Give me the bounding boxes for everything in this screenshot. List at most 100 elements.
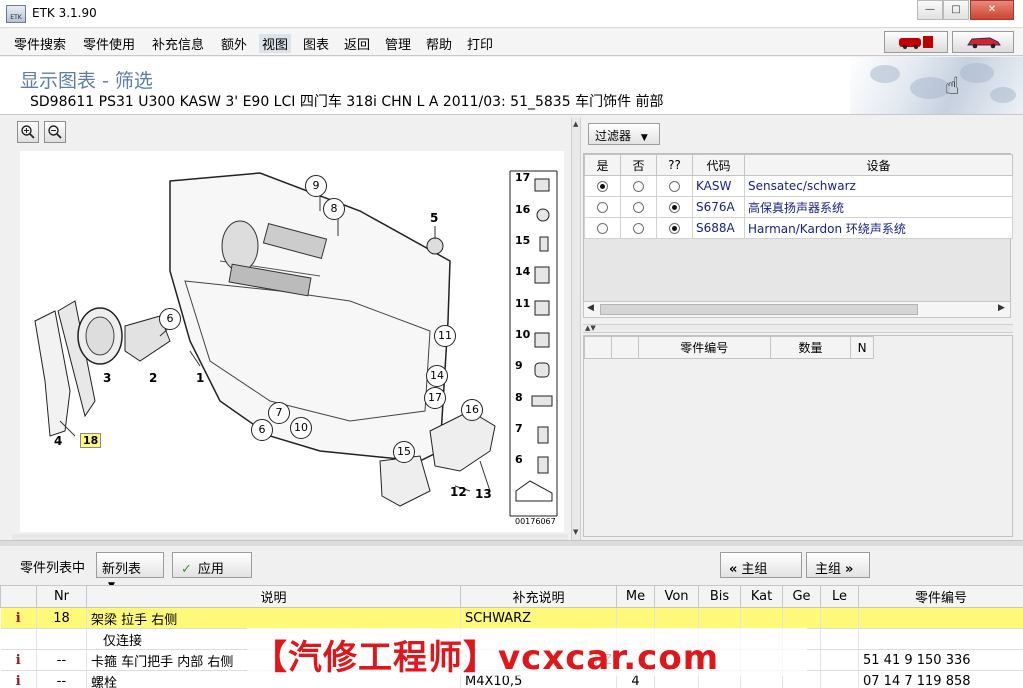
menu-admin[interactable]: 管理 — [385, 34, 411, 53]
minimize-button[interactable]: — — [917, 0, 943, 20]
callout-4[interactable]: 4 — [54, 434, 62, 448]
callout-9[interactable]: 9 — [305, 175, 327, 197]
col-me[interactable]: Me — [616, 585, 655, 608]
col-nr[interactable]: Nr — [36, 585, 87, 608]
side-label-11[interactable]: 11 — [515, 297, 530, 310]
next-group-button[interactable]: 主组» — [806, 552, 870, 578]
callout-12[interactable]: 12 — [450, 485, 467, 499]
col-unknown[interactable]: ?? — [656, 154, 693, 176]
callout-11[interactable]: 11 — [434, 325, 456, 347]
radio-unknown[interactable] — [669, 223, 680, 234]
menu-diagram[interactable]: 图表 — [303, 34, 329, 53]
vertical-splitter[interactable]: ▲ ▼ — [571, 118, 581, 540]
side-label-9[interactable]: 9 — [515, 359, 523, 372]
col-kat[interactable]: Kat — [740, 585, 783, 608]
radio-no[interactable] — [633, 181, 644, 192]
callout-2[interactable]: 2 — [149, 371, 157, 385]
window-title: ETK 3.1.90 — [32, 6, 97, 20]
side-label-16[interactable]: 16 — [515, 203, 530, 216]
menu-view[interactable]: 视图 — [259, 34, 292, 53]
close-button[interactable]: ✕ — [970, 0, 1014, 20]
callout-3[interactable]: 3 — [103, 371, 111, 385]
side-label-7[interactable]: 7 — [515, 422, 523, 435]
side-label-15[interactable]: 15 — [515, 234, 530, 247]
callout-10[interactable]: 10 — [290, 417, 312, 439]
menu-back[interactable]: 返回 — [344, 34, 370, 53]
callout-7[interactable]: 7 — [268, 402, 290, 424]
apply-label: 应用 — [197, 562, 224, 577]
collapse-bottom-icon[interactable]: ▼ — [573, 528, 578, 536]
menu-print[interactable]: 打印 — [467, 34, 493, 53]
filter-row[interactable]: S688A Harman/Kardon 环绕声系统 — [584, 217, 1013, 239]
callout-6b[interactable]: 6 — [251, 419, 273, 441]
side-label-10[interactable]: 10 — [515, 328, 530, 341]
car-button[interactable] — [952, 31, 1014, 53]
menu-part-search[interactable]: 零件搜索 — [14, 34, 66, 53]
radio-no[interactable] — [633, 202, 644, 213]
col-no[interactable]: 否 — [620, 154, 657, 176]
callout-15[interactable]: 15 — [393, 441, 415, 463]
callout-1[interactable]: 1 — [196, 371, 204, 385]
radio-unknown[interactable] — [669, 181, 680, 192]
callout-8[interactable]: 8 — [323, 198, 345, 220]
info-icon[interactable]: i — [0, 670, 37, 688]
col-n[interactable]: N — [850, 336, 874, 359]
col-quantity[interactable]: 数量 — [769, 336, 852, 359]
side-label-8[interactable]: 8 — [515, 391, 523, 404]
zoom-in-button[interactable] — [17, 121, 39, 143]
collapse-left-icon[interactable]: ▲ — [573, 120, 578, 128]
filter-row[interactable]: S676A 高保真扬声器系统 — [584, 196, 1013, 218]
side-label-14[interactable]: 14 — [515, 265, 530, 278]
col-bis[interactable]: Bis — [698, 585, 741, 608]
info-icon[interactable]: i — [0, 607, 37, 629]
col-part-number[interactable]: 零件编号 — [637, 336, 771, 359]
scroll-left-icon[interactable]: ◀ — [587, 303, 594, 313]
parts-diagram[interactable]: 1 2 3 4 18 5 6 6 7 8 9 10 11 12 13 14 15… — [20, 151, 564, 532]
info-icon[interactable]: i — [0, 649, 37, 671]
list-target-select[interactable]: 新列表 ▼ — [96, 552, 164, 591]
side-label-6[interactable]: 6 — [515, 453, 523, 466]
radio-yes[interactable] — [597, 181, 608, 192]
filter-dropdown[interactable]: 过滤器 ▼ — [588, 123, 660, 145]
option-code: KASW — [692, 175, 745, 197]
callout-5[interactable]: 5 — [430, 211, 438, 225]
col-part-number[interactable]: 零件编号 — [858, 585, 1023, 608]
col-supplementary[interactable]: 补充说明 — [460, 585, 617, 608]
menu-supplementary-info[interactable]: 补充信息 — [152, 34, 204, 53]
callout-14[interactable]: 14 — [426, 365, 448, 387]
radio-yes[interactable] — [597, 223, 608, 234]
callout-6a[interactable]: 6 — [159, 308, 181, 330]
callout-18-highlighted[interactable]: 18 — [80, 433, 102, 448]
menu-extras[interactable]: 额外 — [221, 34, 247, 53]
watermark-banner: 【汽修工程师】vcxcar.com — [247, 628, 807, 678]
filter-hscrollbar[interactable]: ◀ ▶ — [583, 301, 1011, 318]
callout-17[interactable]: 17 — [424, 387, 446, 409]
filter-row[interactable]: KASW Sensatec/schwarz — [584, 175, 1013, 197]
col-le[interactable]: Le — [820, 585, 859, 608]
radio-no[interactable] — [633, 223, 644, 234]
callout-16[interactable]: 16 — [461, 399, 483, 421]
side-label-17[interactable]: 17 — [515, 171, 530, 184]
col-equipment[interactable]: 设备 — [744, 154, 1013, 176]
maximize-button[interactable]: □ — [943, 0, 969, 20]
menu-help[interactable]: 帮助 — [426, 34, 452, 53]
callout-13[interactable]: 13 — [475, 487, 492, 501]
horizontal-splitter[interactable]: ▲▼ — [583, 324, 1013, 333]
scroll-thumb[interactable] — [600, 304, 918, 315]
zoom-out-button[interactable] — [44, 121, 66, 143]
row-nr: 18 — [36, 607, 87, 629]
splitter-arrows-icon[interactable]: ▲▼ — [585, 324, 596, 332]
scroll-right-icon[interactable]: ▶ — [998, 303, 1005, 313]
radio-yes[interactable] — [597, 202, 608, 213]
apply-button[interactable]: ✓ 应用 — [172, 552, 252, 578]
col-description[interactable]: 说明 — [86, 585, 461, 608]
car-alert-button[interactable] — [884, 31, 948, 53]
radio-unknown[interactable] — [669, 202, 680, 213]
col-yes[interactable]: 是 — [584, 154, 621, 176]
menu-part-usage[interactable]: 零件使用 — [83, 34, 135, 53]
col-von[interactable]: Von — [654, 585, 699, 608]
col-code[interactable]: 代码 — [692, 154, 745, 176]
previous-group-button[interactable]: «主组 — [720, 552, 802, 578]
col-ge[interactable]: Ge — [782, 585, 821, 608]
table-row[interactable]: i 18 架梁 拉手 右侧 SCHWARZ — [0, 607, 1023, 629]
